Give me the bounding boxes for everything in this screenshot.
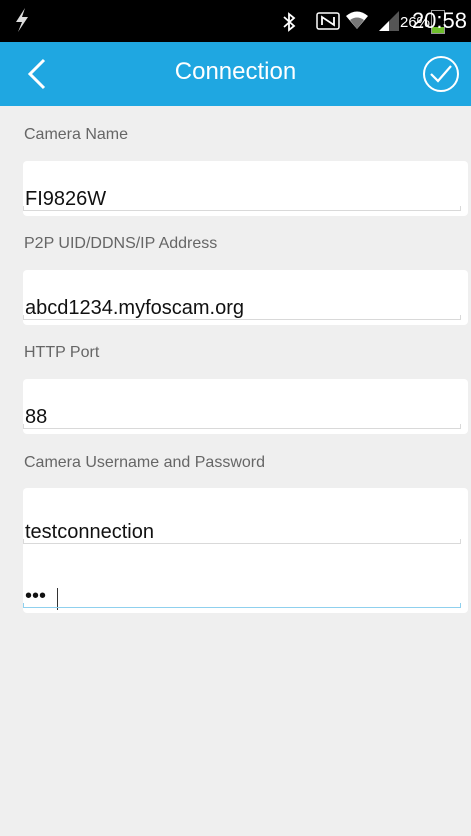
password-underline — [23, 603, 461, 608]
wifi-icon — [346, 11, 368, 29]
address-card — [23, 270, 468, 325]
http-port-field[interactable] — [23, 383, 461, 431]
status-time: 20:58 — [411, 8, 467, 33]
camera-name-card — [23, 161, 468, 216]
signal-icon — [379, 11, 399, 31]
password-input[interactable] — [23, 562, 461, 610]
http-port-card — [23, 379, 468, 434]
camera-name-underline — [23, 206, 461, 211]
camera-name-label: Camera Name — [24, 126, 129, 143]
camera-name-input[interactable] — [23, 165, 461, 213]
status-bar: 26% 20:58 — [0, 0, 471, 42]
http-port-label: HTTP Port — [24, 344, 100, 361]
nfc-icon — [316, 12, 340, 30]
bluetooth-icon — [283, 12, 296, 32]
address-label: P2P UID/DDNS/IP Address — [24, 235, 218, 252]
password-field[interactable] — [23, 562, 461, 610]
app-bar: Connection — [0, 42, 471, 106]
username-underline — [23, 539, 461, 544]
address-field[interactable] — [23, 274, 461, 322]
camera-name-field[interactable] — [23, 165, 461, 213]
credentials-card — [23, 488, 468, 613]
credentials-label: Camera Username and Password — [24, 454, 265, 471]
check-circle-icon[interactable] — [421, 54, 461, 94]
http-port-input[interactable] — [23, 383, 461, 431]
username-input[interactable] — [23, 498, 461, 546]
http-port-underline — [23, 424, 461, 429]
charging-bolt-icon — [16, 8, 28, 32]
address-input[interactable] — [23, 274, 461, 322]
username-field[interactable] — [23, 498, 461, 546]
page-title: Connection — [174, 58, 297, 85]
address-underline — [23, 315, 461, 320]
